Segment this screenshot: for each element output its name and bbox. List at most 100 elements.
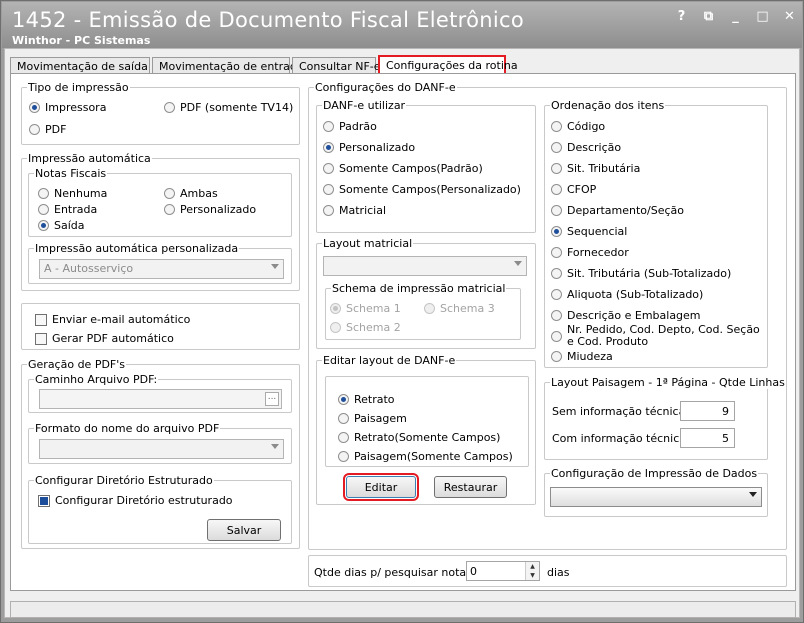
spin-arrows-icon[interactable]: ▲ ▼ [525, 562, 539, 580]
group-title: DANF-e utilizar [322, 99, 407, 112]
radio-icon [551, 310, 562, 321]
radio-ord-nr-pedido[interactable]: Nr. Pedido, Cod. Depto, Cod. Seção e Cod… [551, 324, 766, 348]
radio-ord-descricao-embalagem[interactable]: Descrição e Embalagem [551, 309, 701, 322]
config-impressao-select[interactable] [550, 487, 762, 507]
radio-icon [551, 142, 562, 153]
radio-schema-3[interactable]: Schema 3 [424, 302, 495, 315]
editar-orientacao-group: Retrato Paisagem Retrato(Somente Campos)… [325, 376, 529, 467]
group-title: Configuração de Impressão de Dados [550, 467, 759, 480]
group-title: Schema de impressão matricial [331, 282, 507, 295]
radio-pdf-tv14[interactable]: PDF (somente TV14) [164, 101, 293, 114]
radio-icon [338, 451, 349, 462]
editar-button[interactable]: Editar [343, 473, 419, 501]
radio-icon [323, 205, 334, 216]
group-title: Layout Paisagem - 1ª Página - Qtde Linha… [550, 376, 786, 389]
radio-icon [323, 163, 334, 174]
radio-icon [164, 188, 175, 199]
group-title: Formato do nome do arquivo PDF [34, 422, 221, 435]
geracao-pdfs-group: Geração de PDF's Caminho Arquivo PDF: ..… [21, 358, 300, 549]
radio-ord-sequencial[interactable]: Sequencial [551, 225, 627, 238]
radio-paisagem-somente-campos[interactable]: Paisagem(Somente Campos) [338, 450, 513, 463]
radio-somente-campos-personalizado[interactable]: Somente Campos(Personalizado) [323, 183, 521, 196]
radio-icon [38, 204, 49, 215]
formato-nome-select[interactable] [39, 439, 284, 459]
ordenacao-itens-group: Ordenação dos itens Código Descrição Sit… [544, 99, 768, 368]
diretorio-estruturado-group: Configurar Diretório Estruturado Configu… [28, 474, 292, 544]
radio-schema-2[interactable]: Schema 2 [330, 321, 401, 334]
status-bar [10, 601, 796, 618]
radio-icon [424, 303, 435, 314]
radio-ord-codigo[interactable]: Código [551, 120, 605, 133]
restaurar-button[interactable]: Restaurar [434, 476, 507, 498]
com-informacao-input[interactable]: 5 [680, 428, 735, 448]
checkbox-icon [35, 313, 47, 326]
radio-ord-cfop[interactable]: CFOP [551, 183, 596, 196]
radio-icon [551, 268, 562, 279]
radio-ord-sit-trib-subtot[interactable]: Sit. Tributária (Sub-Totalizado) [551, 267, 731, 280]
chevron-down-icon [271, 444, 279, 449]
radio-ord-departamento[interactable]: Departamento/Seção [551, 204, 684, 217]
radio-paisagem[interactable]: Paisagem [338, 412, 407, 425]
restore-icon[interactable]: ⧉ [702, 9, 715, 24]
impressao-personalizada-group: Impressão automática personalizada A - A… [28, 242, 292, 284]
radio-icon [551, 226, 562, 237]
radio-ord-descricao[interactable]: Descrição [551, 141, 621, 154]
config-impressao-dados-group: Configuração de Impressão de Dados [544, 467, 768, 517]
radio-nenhuma[interactable]: Nenhuma [38, 187, 107, 200]
radio-icon [164, 204, 175, 215]
radio-pdf[interactable]: PDF [29, 123, 66, 136]
impressao-personalizada-select[interactable]: A - Autosserviço [39, 259, 284, 279]
salvar-button[interactable]: Salvar [207, 519, 281, 541]
title-bar: 1452 - Emissão de Documento Fiscal Eletr… [2, 2, 802, 48]
radio-somente-campos-padrao[interactable]: Somente Campos(Padrão) [323, 162, 483, 175]
group-title: Ordenação dos itens [550, 99, 666, 112]
layout-matricial-select[interactable] [323, 256, 527, 276]
checkbox-icon [35, 332, 47, 345]
radio-ord-aliquota-subtot[interactable]: Aliquota (Sub-Totalizado) [551, 288, 703, 301]
help-icon[interactable]: ? [675, 9, 688, 24]
checkbox-diretorio-estruturado[interactable]: Configurar Diretório estruturado [38, 494, 233, 507]
radio-saida[interactable]: Saída [38, 219, 85, 232]
radio-ambas[interactable]: Ambas [164, 187, 218, 200]
qtde-dias-input[interactable]: 0 ▲ ▼ [466, 561, 540, 581]
radio-personalizado-danfe[interactable]: Personalizado [323, 141, 415, 154]
maximize-icon[interactable]: □ [756, 9, 769, 24]
sem-informacao-label: Sem informação técnica [552, 405, 686, 418]
group-title: Editar layout de DANF-e [322, 354, 457, 367]
group-title: Tipo de impressão [27, 81, 130, 94]
impressao-automatica-group: Impressão automática Notas Fiscais Nenhu… [21, 152, 300, 291]
checkbox-enviar-email[interactable]: Enviar e-mail automático [35, 313, 190, 326]
tipo-impressao-group: Tipo de impressão Impressora PDF (soment… [21, 81, 300, 145]
group-title: Geração de PDF's [27, 358, 127, 371]
radio-icon [551, 163, 562, 174]
layout-paisagem-group: Layout Paisagem - 1ª Página - Qtde Linha… [544, 376, 786, 460]
formato-nome-group: Formato do nome do arquivo PDF [28, 422, 292, 464]
close-icon[interactable]: ✕ [783, 9, 796, 24]
window-subtitle: Winthor - PC Sistemas [12, 34, 151, 47]
sem-informacao-input[interactable]: 9 [680, 401, 735, 421]
radio-padrao[interactable]: Padrão [323, 120, 377, 133]
checkbox-gerar-pdf[interactable]: Gerar PDF automático [35, 332, 174, 345]
radio-personalizado[interactable]: Personalizado [164, 203, 256, 216]
radio-ord-sit-tributaria[interactable]: Sit. Tributária [551, 162, 640, 175]
radio-retrato[interactable]: Retrato [338, 393, 395, 406]
browse-button[interactable]: ... [265, 392, 279, 406]
radio-icon [551, 351, 562, 362]
dias-label: dias [547, 566, 570, 579]
radio-ord-fornecedor[interactable]: Fornecedor [551, 246, 629, 259]
radio-schema-1[interactable]: Schema 1 [330, 302, 401, 315]
chevron-down-icon [271, 264, 279, 269]
radio-ord-miudeza[interactable]: Miudeza [551, 350, 613, 363]
radio-icon [323, 121, 334, 132]
radio-entrada[interactable]: Entrada [38, 203, 97, 216]
radio-icon [551, 184, 562, 195]
minimize-icon[interactable]: _ [729, 9, 742, 24]
radio-impressora[interactable]: Impressora [29, 101, 106, 114]
radio-matricial[interactable]: Matricial [323, 204, 386, 217]
radio-retrato-somente-campos[interactable]: Retrato(Somente Campos) [338, 431, 500, 444]
caminho-pdf-input[interactable]: ... [39, 389, 282, 409]
radio-icon [338, 413, 349, 424]
group-title: Notas Fiscais [34, 167, 108, 180]
radio-icon [38, 188, 49, 199]
caminho-pdf-group: Caminho Arquivo PDF: ... [28, 373, 292, 413]
